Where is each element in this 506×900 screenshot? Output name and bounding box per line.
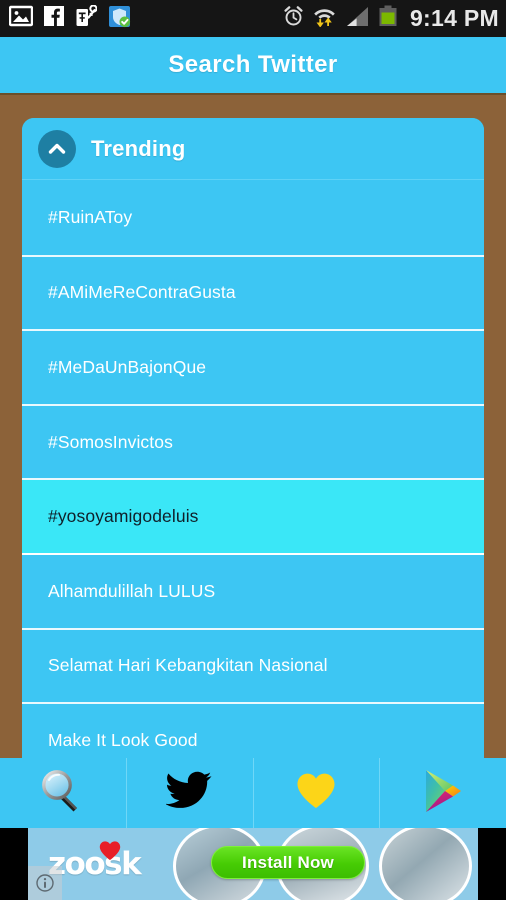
list-item-label: #yosoyamigodeluis — [48, 506, 199, 527]
trending-header-label: Trending — [91, 135, 186, 161]
phone-screen: 9:14 PM Search Twitter Trending #RuinATo… — [0, 0, 506, 900]
list-item[interactable]: #MeDaUnBajonQue — [22, 329, 484, 404]
gallery-image-icon — [8, 5, 34, 32]
tab-search[interactable] — [0, 758, 127, 828]
trending-list: #RuinAToy #AMiMeReContraGusta #MeDaUnBaj… — [22, 180, 484, 758]
list-item-label: Alhamdulillah LULUS — [48, 580, 216, 601]
tab-favorites[interactable] — [254, 758, 381, 828]
magnifying-glass-icon — [40, 768, 86, 819]
status-bar: 9:14 PM — [0, 0, 506, 37]
list-item-label: #RuinAToy — [48, 206, 133, 227]
ad-install-button[interactable]: Install Now — [211, 846, 365, 879]
list-item-label: #AMiMeReContraGusta — [48, 282, 236, 303]
tab-twitter[interactable] — [127, 758, 254, 828]
ad-info-icon[interactable] — [28, 866, 62, 900]
ad-brand-logo: zoosk — [48, 841, 163, 882]
tab-play-store[interactable] — [380, 758, 506, 828]
status-bar-right-icons: 9:14 PM — [283, 5, 499, 32]
trending-card: Trending #RuinAToy #AMiMeReContraGusta #… — [22, 118, 484, 758]
status-bar-clock: 9:14 PM — [409, 5, 499, 31]
list-item[interactable]: Selamat Hari Kebangkitan Nasional — [22, 627, 484, 703]
ad-photo — [374, 828, 477, 900]
app-title-bar: Search Twitter — [0, 37, 506, 95]
alarm-clock-icon — [283, 5, 304, 32]
list-item-label: Make It Look Good — [48, 729, 198, 750]
battery-icon — [378, 5, 398, 32]
list-item[interactable]: #AMiMeReContraGusta — [22, 254, 484, 330]
ad-install-label: Install Now — [242, 852, 334, 872]
list-item-label: #SomosInvictos — [48, 431, 173, 452]
google-play-icon — [420, 767, 466, 820]
wifi-data-transfer-icon — [313, 5, 336, 32]
list-item[interactable]: Make It Look Good — [22, 702, 484, 758]
yellow-heart-icon — [295, 771, 337, 816]
cellular-signal-icon — [345, 6, 369, 32]
ad-content[interactable]: zoosk Install Now — [28, 828, 478, 900]
red-heart-icon — [98, 840, 122, 867]
content-area: Trending #RuinAToy #AMiMeReContraGusta #… — [0, 97, 506, 758]
list-item-label: Selamat Hari Kebangkitan Nasional — [48, 655, 328, 676]
status-bar-left-icons — [8, 4, 131, 33]
twitter-bird-icon — [164, 771, 214, 816]
list-item-selected[interactable]: #yosoyamigodeluis — [22, 478, 484, 553]
list-item[interactable]: #RuinAToy — [22, 180, 484, 255]
facebook-icon — [44, 5, 64, 32]
list-item[interactable]: #SomosInvictos — [22, 403, 484, 479]
list-item[interactable]: Alhamdulillah LULUS — [22, 552, 484, 628]
page-title: Search Twitter — [168, 51, 338, 78]
list-item-label: #MeDaUnBajonQue — [48, 356, 207, 377]
security-shield-icon — [108, 5, 131, 33]
trending-card-header[interactable]: Trending — [22, 118, 484, 180]
ad-banner[interactable]: zoosk Install Now — [0, 828, 506, 900]
bottom-tab-bar — [0, 758, 506, 828]
key-tag-icon — [75, 4, 98, 33]
chevron-up-icon[interactable] — [38, 129, 76, 168]
